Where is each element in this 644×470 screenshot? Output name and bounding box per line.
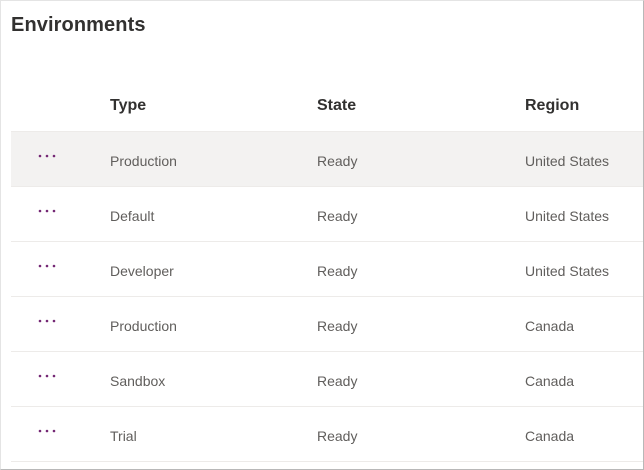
more-horizontal-icon (38, 264, 56, 268)
more-horizontal-icon (38, 209, 56, 213)
cell-state: Ready (317, 373, 358, 389)
cell-type: Production (110, 153, 177, 169)
cell-type: Trial (110, 428, 137, 444)
environments-table: Type State Region Production Ready Unite… (11, 77, 643, 462)
window-frame: Environments Type State Region Productio… (0, 0, 644, 470)
cell-region: Canada (525, 428, 575, 444)
cell-region: United States (525, 208, 610, 224)
cell-type: Production (110, 318, 177, 334)
more-options-button[interactable] (35, 205, 63, 221)
more-options-button[interactable] (35, 315, 63, 331)
table-row[interactable]: Production Ready United States (11, 132, 643, 187)
table-row[interactable]: Sandbox Ready Canada (11, 352, 643, 407)
cell-region: United States (525, 153, 610, 169)
table-row[interactable]: Production Ready Canada (11, 297, 643, 352)
more-options-button[interactable] (35, 425, 63, 441)
table-row[interactable]: Default Ready United States (11, 187, 643, 242)
cell-state: Ready (317, 428, 358, 444)
more-horizontal-icon (38, 154, 56, 158)
cell-type: Default (110, 208, 155, 224)
column-header-type[interactable]: Type (110, 97, 146, 115)
more-options-button[interactable] (35, 370, 63, 386)
table-row[interactable]: Developer Ready United States (11, 242, 643, 297)
column-header-region[interactable]: Region (525, 97, 579, 115)
cell-type: Developer (110, 263, 174, 279)
column-header-state[interactable]: State (317, 97, 356, 115)
cell-state: Ready (317, 318, 358, 334)
cell-region: United States (525, 263, 610, 279)
cell-region: Canada (525, 373, 575, 389)
cell-type: Sandbox (110, 373, 166, 389)
more-horizontal-icon (38, 319, 56, 323)
more-horizontal-icon (38, 429, 56, 433)
more-options-button[interactable] (35, 150, 63, 166)
cell-region: Canada (525, 318, 575, 334)
table-row[interactable]: Trial Ready Canada (11, 407, 643, 462)
table-header: Type State Region (11, 77, 643, 132)
page-title: Environments (11, 14, 146, 36)
cell-state: Ready (317, 208, 358, 224)
more-horizontal-icon (38, 374, 56, 378)
cell-state: Ready (317, 263, 358, 279)
more-options-button[interactable] (35, 260, 63, 276)
cell-state: Ready (317, 153, 358, 169)
